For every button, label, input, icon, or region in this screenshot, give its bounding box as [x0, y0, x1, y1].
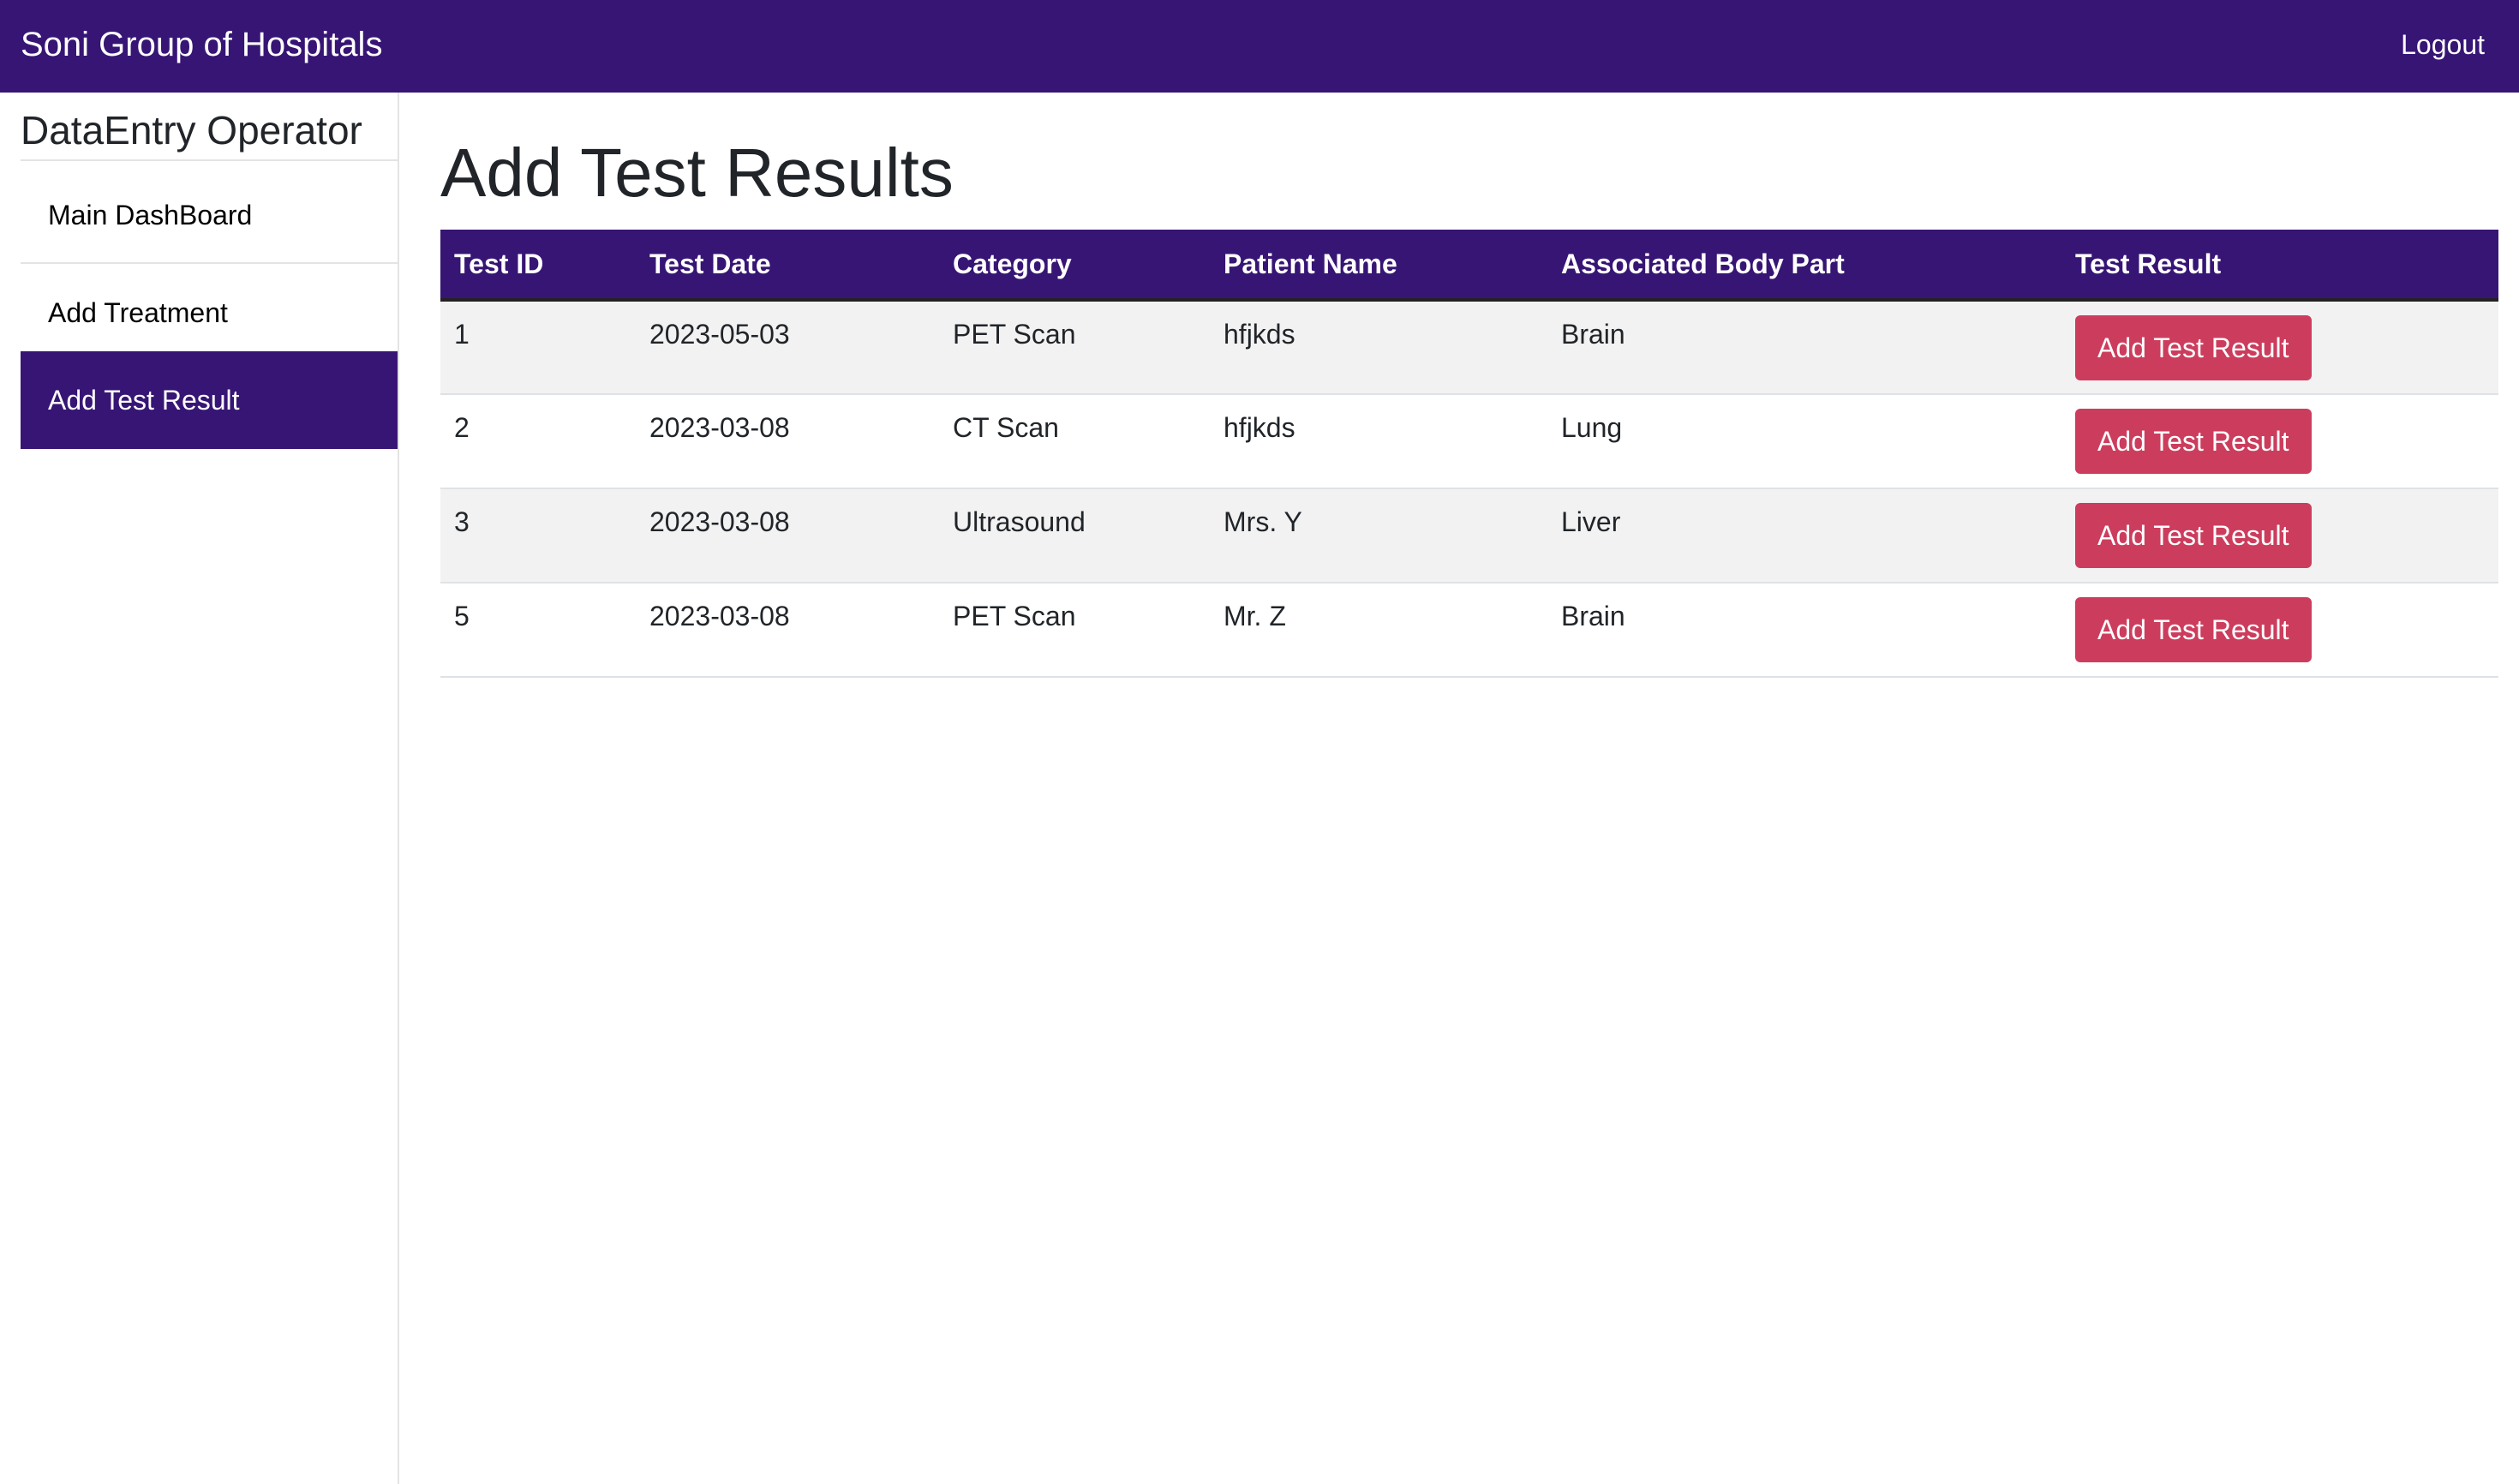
- cell-test-date: 2023-03-08: [649, 506, 790, 537]
- cell-body-part: Brain: [1561, 319, 1625, 350]
- table-row: 2 2023-03-08 CT Scan hfjkds Lung Add Tes…: [440, 394, 2498, 488]
- cell-action: Add Test Result: [2061, 488, 2498, 583]
- add-test-result-button[interactable]: Add Test Result: [2075, 409, 2312, 474]
- cell-patient-name: hfjkds: [1224, 412, 1295, 443]
- table-row: 1 2023-05-03 PET Scan hfjkds Brain Add T…: [440, 300, 2498, 394]
- header-category: Category: [939, 230, 1210, 302]
- cell-test-date: 2023-03-08: [649, 412, 790, 443]
- logout-link[interactable]: Logout: [2401, 26, 2485, 63]
- table-row: 3 2023-03-08 Ultrasound Mrs. Y Liver Add…: [440, 488, 2498, 583]
- cell-category: PET Scan: [953, 319, 1076, 350]
- cell-body-part: Lung: [1561, 412, 1623, 443]
- add-test-result-button[interactable]: Add Test Result: [2075, 597, 2312, 662]
- cell-test-id: 2: [454, 412, 470, 443]
- top-navbar: Soni Group of Hospitals Logout: [0, 0, 2519, 93]
- cell-patient-name: Mr. Z: [1224, 601, 1286, 631]
- cell-test-date: 2023-03-08: [649, 601, 790, 631]
- add-test-result-button[interactable]: Add Test Result: [2075, 315, 2312, 380]
- header-test-date: Test Date: [636, 230, 939, 302]
- cell-category: PET Scan: [953, 601, 1076, 631]
- cell-patient-name: hfjkds: [1224, 319, 1295, 350]
- cell-test-id: 3: [454, 506, 470, 537]
- header-test-id: Test ID: [440, 230, 636, 302]
- cell-category: CT Scan: [953, 412, 1059, 443]
- cell-test-id: 5: [454, 601, 470, 631]
- page-title: Add Test Results: [440, 135, 954, 211]
- brand-link[interactable]: Soni Group of Hospitals: [21, 22, 382, 67]
- header-test-result: Test Result: [2061, 230, 2498, 302]
- cell-action: Add Test Result: [2061, 300, 2498, 394]
- sidebar-item-add-test-result[interactable]: Add Test Result: [21, 351, 398, 449]
- sidebar-item-main-dashboard[interactable]: Main DashBoard: [21, 166, 398, 264]
- add-test-result-button[interactable]: Add Test Result: [2075, 503, 2312, 568]
- cell-action: Add Test Result: [2061, 394, 2498, 488]
- cell-action: Add Test Result: [2061, 583, 2498, 677]
- table-row: 5 2023-03-08 PET Scan Mr. Z Brain Add Te…: [440, 583, 2498, 677]
- sidebar: DataEntry Operator Main DashBoard Add Tr…: [0, 93, 399, 1484]
- sidebar-title: DataEntry Operator: [21, 99, 398, 161]
- cell-body-part: Liver: [1561, 506, 1621, 537]
- cell-test-id: 1: [454, 319, 470, 350]
- sidebar-item-add-treatment[interactable]: Add Treatment: [21, 264, 398, 362]
- cell-body-part: Brain: [1561, 601, 1625, 631]
- cell-category: Ultrasound: [953, 506, 1086, 537]
- header-body-part: Associated Body Part: [1547, 230, 2061, 302]
- cell-patient-name: Mrs. Y: [1224, 506, 1302, 537]
- header-patient-name: Patient Name: [1210, 230, 1547, 302]
- test-results-table: Test ID Test Date Category Patient Name …: [440, 230, 2498, 678]
- table-header-row: Test ID Test Date Category Patient Name …: [440, 230, 2498, 302]
- cell-test-date: 2023-05-03: [649, 319, 790, 350]
